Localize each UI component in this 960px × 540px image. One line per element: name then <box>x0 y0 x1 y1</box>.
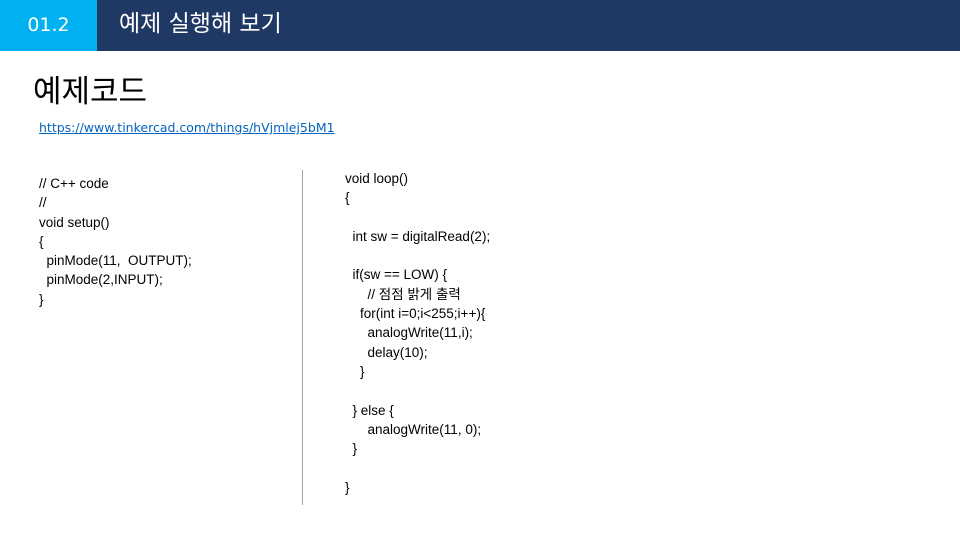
code-block-loop: void loop() { int sw = digitalRead(2); i… <box>345 171 491 495</box>
header-title: 예제 실행해 보기 <box>119 11 282 37</box>
column-divider <box>302 170 303 505</box>
section-number: 01.2 <box>0 0 97 51</box>
page-title: 예제코드 <box>33 74 148 110</box>
header-bar: 01.2 예제 실행해 보기 <box>0 0 960 51</box>
slide: 01.2 예제 실행해 보기 예제코드 https://www.tinkerca… <box>0 0 960 540</box>
code-block-setup: // C++ code // void setup() { pinMode(11… <box>39 176 192 307</box>
tinkercad-link[interactable]: https://www.tinkercad.com/things/hVjmlej… <box>39 120 335 135</box>
